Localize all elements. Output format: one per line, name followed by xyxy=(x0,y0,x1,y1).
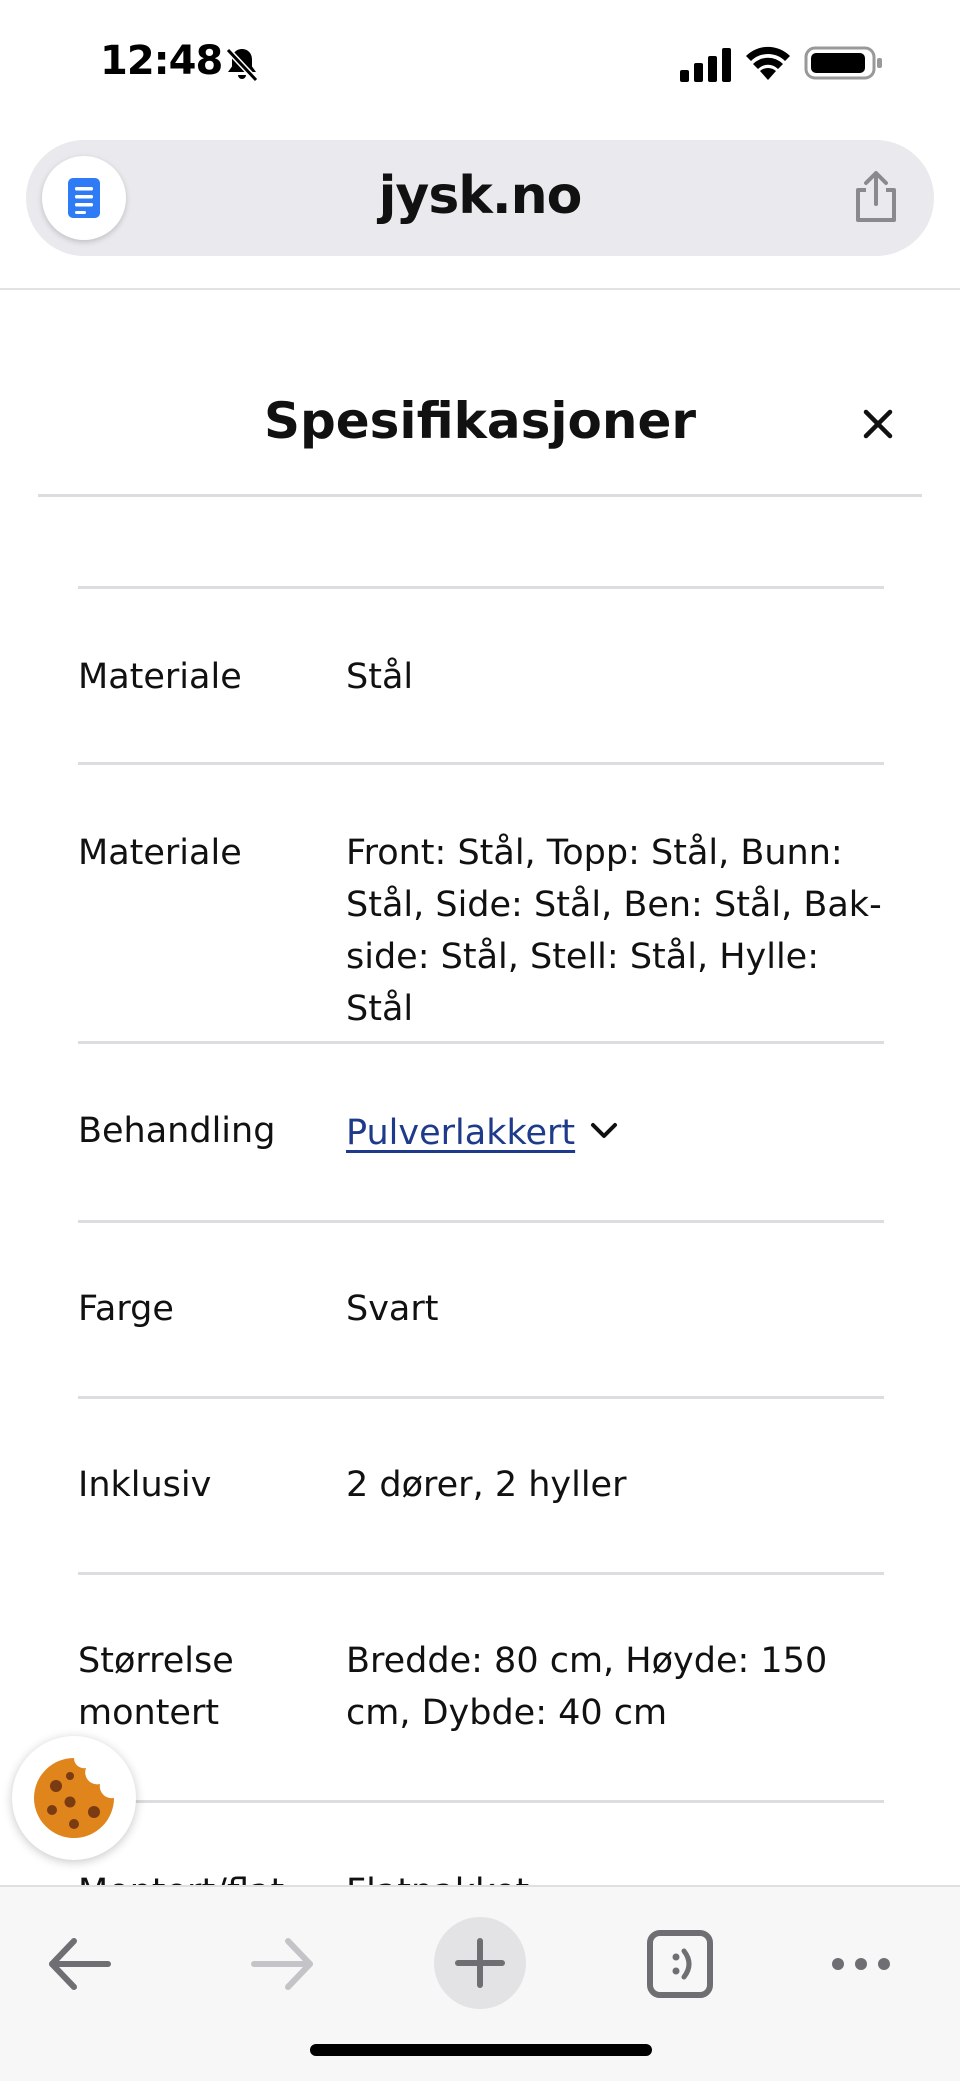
spec-value-size: Bredde: 80 cm, Høyde: 150 cm, Dybde: 40 … xyxy=(346,1641,828,1733)
spec-value-assembly: Flatpakket xyxy=(346,1866,886,1885)
share-icon[interactable] xyxy=(848,170,904,226)
panel-divider xyxy=(38,494,922,497)
row-divider xyxy=(78,1572,884,1575)
row-divider xyxy=(78,762,884,765)
spec-label-assembly: Montert/flat xyxy=(78,1866,328,1885)
forward-arrow-icon[interactable] xyxy=(236,1919,326,2009)
row-divider xyxy=(78,1220,884,1223)
spec-label-material-detail: Materiale xyxy=(78,833,242,873)
panel-title: Spesifikasjoner xyxy=(263,392,697,450)
chevron-down-icon[interactable] xyxy=(589,1121,619,1141)
spec-label-treatment: Behandling xyxy=(78,1111,276,1151)
battery-icon xyxy=(804,46,882,80)
spec-label-color: Farge xyxy=(78,1289,174,1329)
plus-icon xyxy=(455,1938,505,1988)
bell-slash-icon xyxy=(225,47,259,83)
tabs-icon[interactable] xyxy=(634,1919,724,2009)
close-icon[interactable] xyxy=(854,400,902,448)
more-icon[interactable] xyxy=(816,1919,906,2009)
spec-label-size: Størrelse mon­tert xyxy=(78,1641,234,1733)
clipped-row: Montert/flat Flatpakket xyxy=(0,1850,960,1885)
status-time: 12:48 xyxy=(100,38,223,84)
row-divider xyxy=(78,1396,884,1399)
signal-icon xyxy=(680,48,731,82)
spec-value-material: Stål xyxy=(346,657,414,697)
spec-value-color: Svart xyxy=(346,1289,439,1329)
spec-label-material: Materiale xyxy=(78,657,242,697)
spec-label-included: Inklusiv xyxy=(78,1465,212,1505)
new-tab-button[interactable] xyxy=(434,1917,526,2009)
row-divider xyxy=(78,1041,884,1044)
chrome-divider xyxy=(0,288,960,290)
url-text[interactable]: jysk.no xyxy=(26,166,934,226)
home-indicator[interactable] xyxy=(310,2044,652,2056)
wifi-icon xyxy=(746,46,790,80)
spec-value-material-detail: Front: Stål, Topp: Stål, Bunn: Stål, Sid… xyxy=(346,833,882,1029)
back-arrow-icon[interactable] xyxy=(36,1919,126,2009)
cookie-icon xyxy=(34,1758,114,1838)
status-bar: 12:48 xyxy=(0,0,960,130)
cookie-settings-button[interactable] xyxy=(12,1736,136,1860)
treatment-link[interactable]: Pulverlakkert xyxy=(346,1113,575,1153)
row-divider xyxy=(78,1800,884,1803)
spec-value-included: 2 dører, 2 hyller xyxy=(346,1465,627,1505)
address-bar[interactable]: jysk.no xyxy=(26,140,934,256)
spec-value-treatment[interactable]: Pulverlakkert xyxy=(346,1107,886,1159)
row-divider xyxy=(78,586,884,589)
